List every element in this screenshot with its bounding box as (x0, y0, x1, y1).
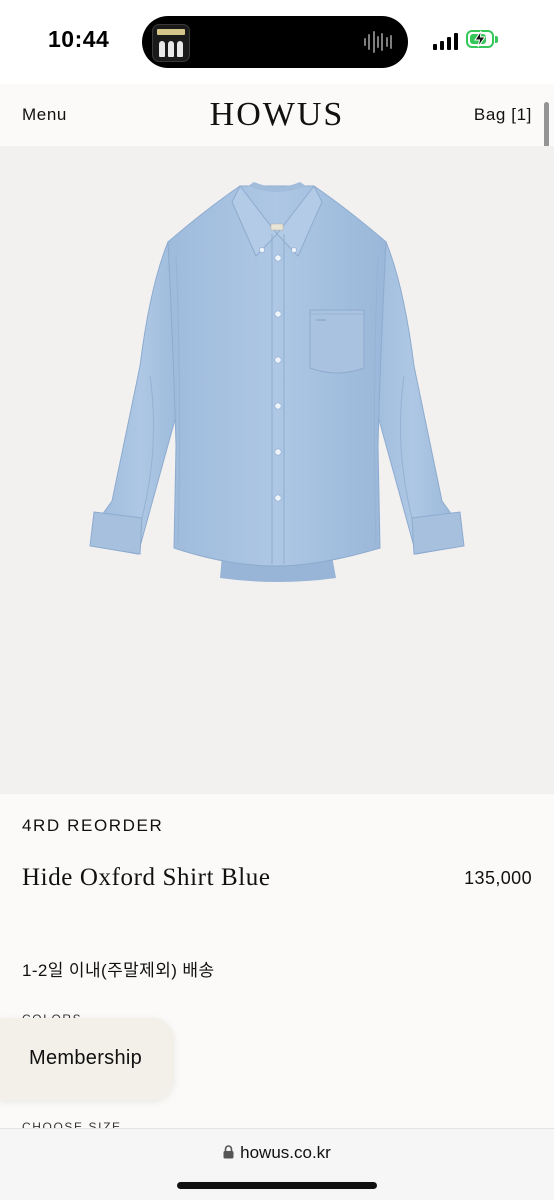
brand-logo[interactable]: HOWUS (0, 96, 554, 134)
dynamic-island[interactable] (142, 16, 408, 68)
charging-bolt-icon (474, 30, 486, 48)
product-title: Hide Oxford Shirt Blue (22, 864, 271, 891)
status-bar: 10:44 (0, 0, 554, 84)
delivery-note: 1-2일 이내(주말제외) 배송 (22, 961, 215, 980)
lock-icon (223, 1145, 234, 1159)
membership-button[interactable]: Membership (0, 1018, 174, 1100)
now-playing-icon (152, 24, 190, 62)
bag-button[interactable]: Bag [1] (474, 105, 532, 125)
audio-wave-icon (364, 30, 392, 54)
shirt-image (89, 182, 465, 582)
signal-icon (433, 32, 459, 50)
address-bar[interactable]: howus.co.kr (0, 1143, 554, 1163)
site-header: Menu HOWUS Bag [1] (0, 84, 554, 146)
status-time: 10:44 (48, 26, 110, 52)
browser-bar: howus.co.kr (0, 1128, 554, 1200)
battery-charging-icon (466, 30, 498, 50)
collection-label: 4RD REORDER (22, 816, 164, 835)
product-price: 135,000 (464, 868, 532, 888)
home-indicator[interactable] (177, 1182, 377, 1189)
product-image[interactable] (0, 146, 554, 794)
url-text: howus.co.kr (240, 1143, 331, 1162)
